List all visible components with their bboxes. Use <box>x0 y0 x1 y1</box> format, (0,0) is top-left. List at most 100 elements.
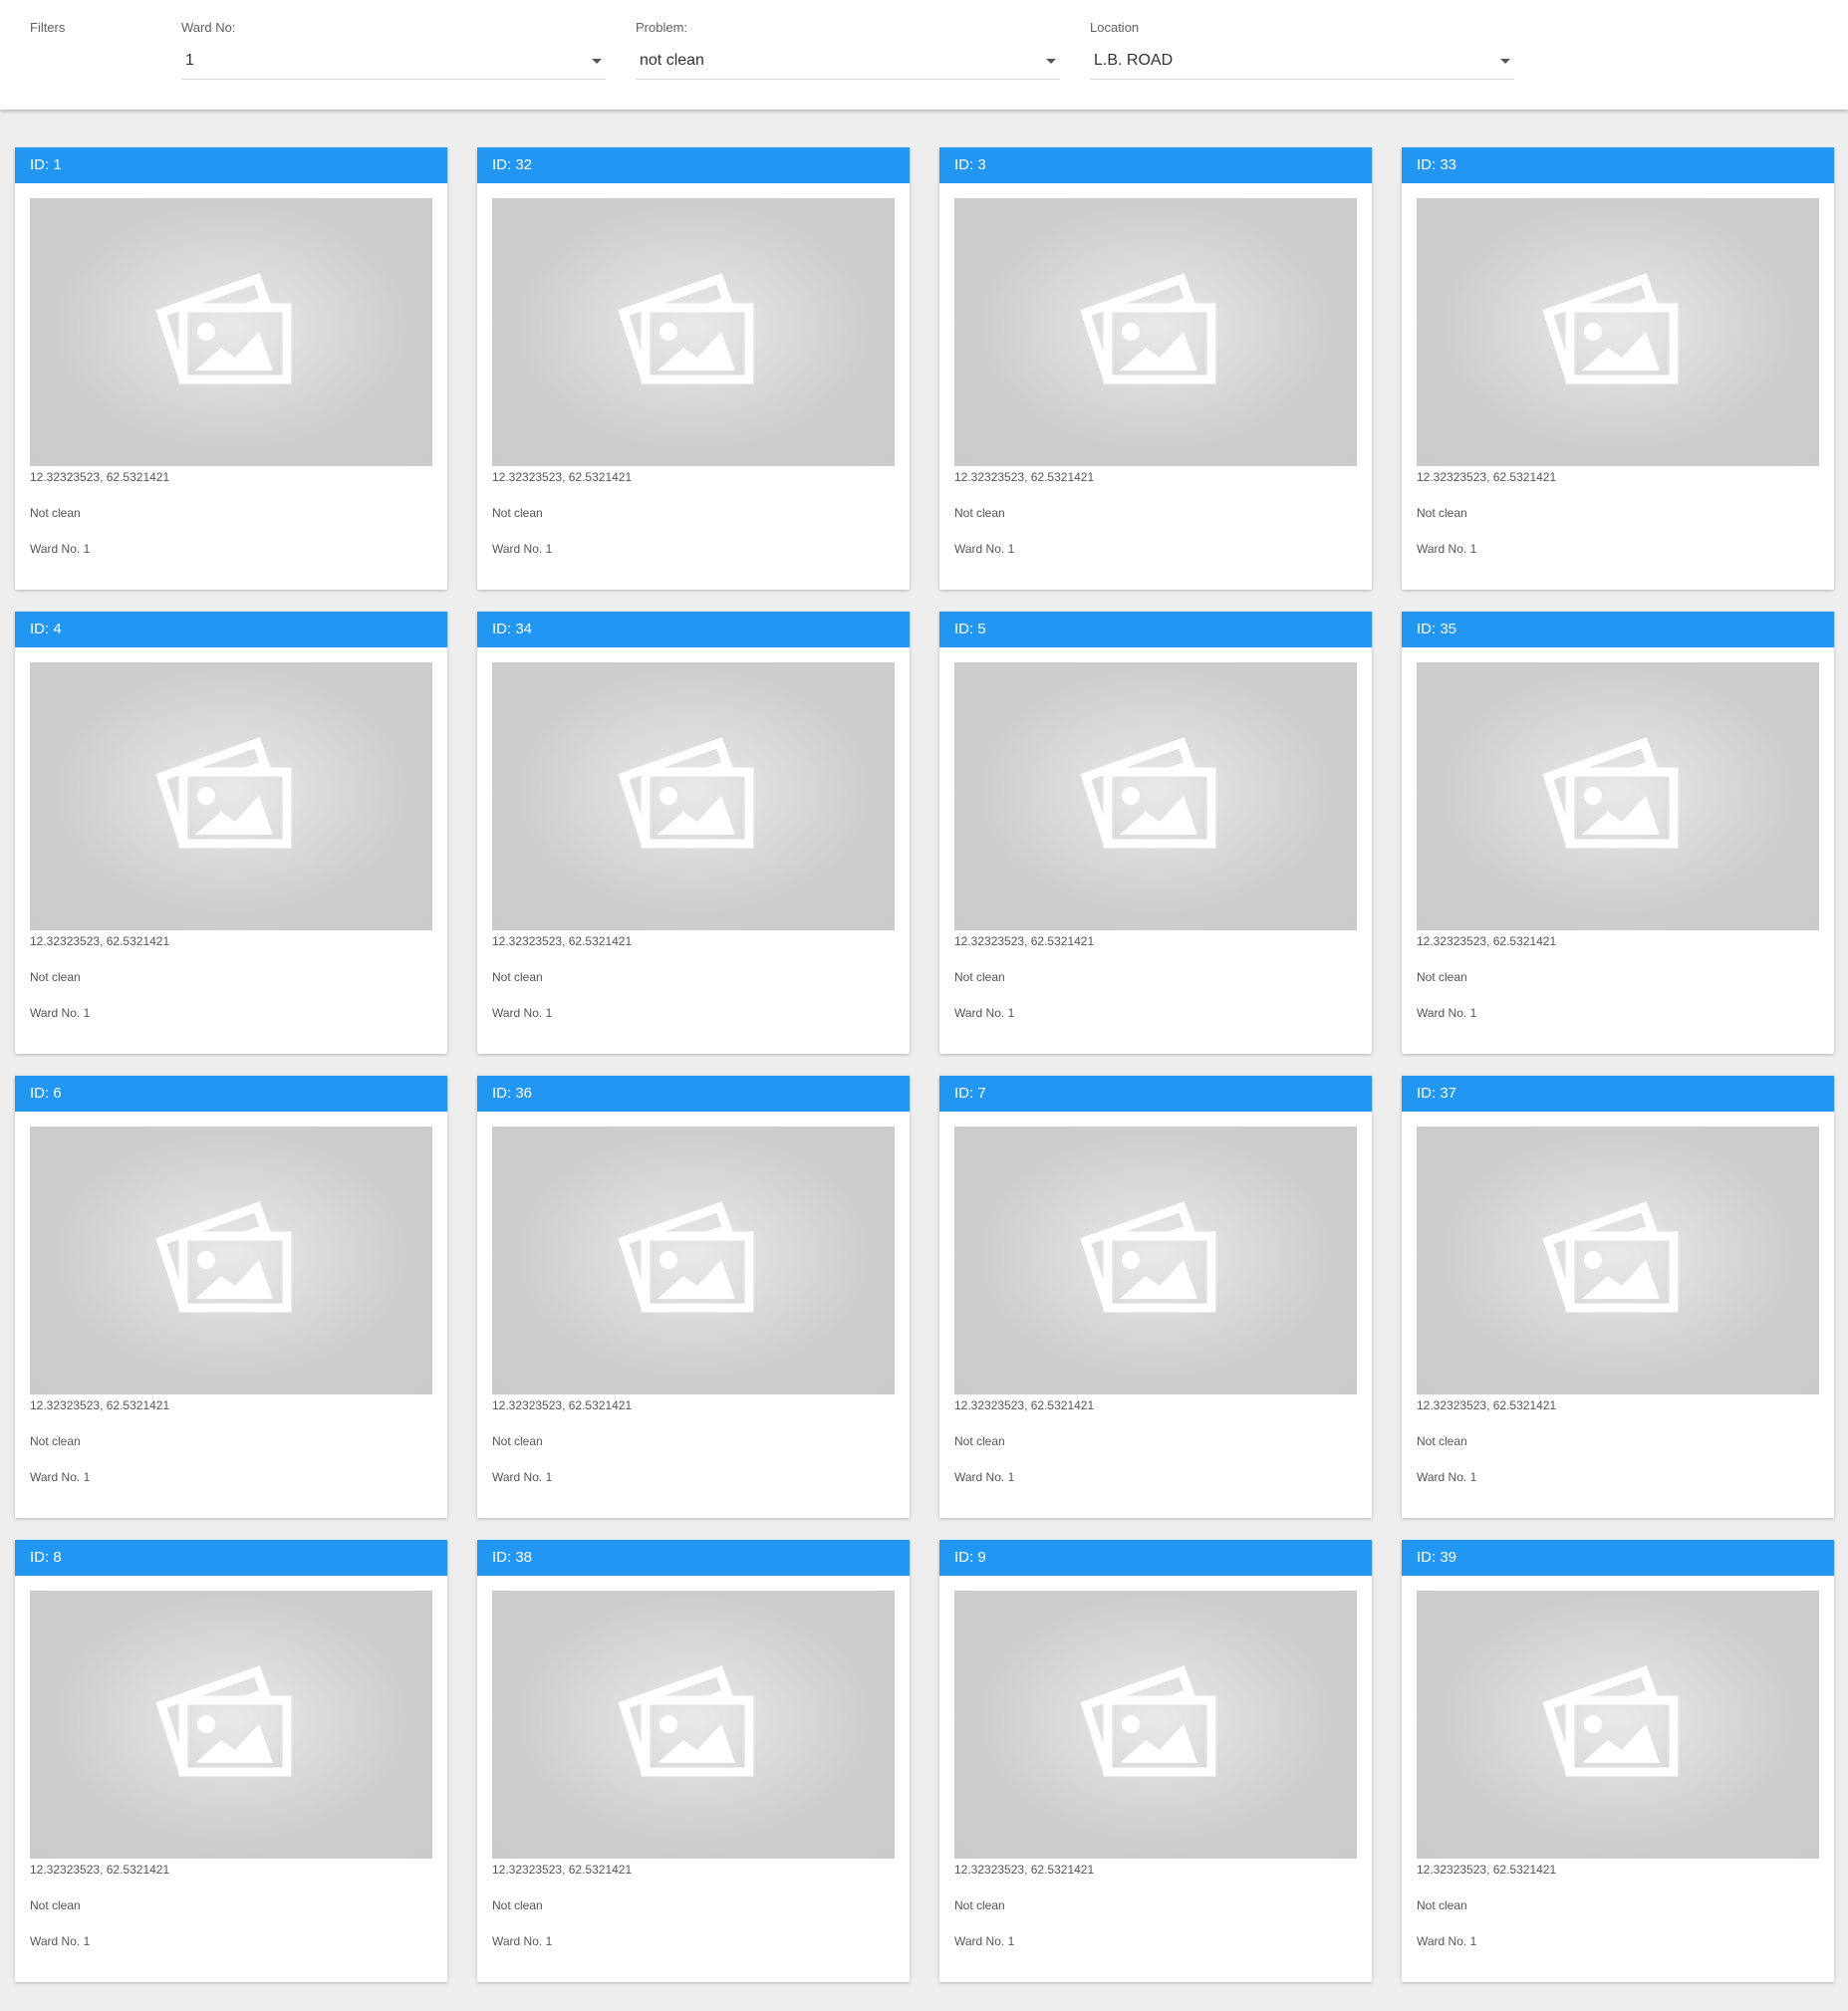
card-ward: Ward No. 1 <box>30 1934 91 1948</box>
card-image[interactable] <box>30 662 432 930</box>
location-select-value: L.B. ROAD <box>1094 52 1174 69</box>
card-ward: Ward No. 1 <box>30 1470 91 1484</box>
card-coordinates: 12.32323523, 62.5321421 <box>492 934 633 948</box>
image-placeholder-icon <box>1536 268 1686 397</box>
card-image[interactable] <box>954 662 1357 930</box>
image-placeholder-icon <box>149 268 299 397</box>
card-coordinates: 12.32323523, 62.5321421 <box>30 1398 170 1412</box>
problem-filter: Problem: not clean <box>636 20 1060 80</box>
report-card[interactable]: ID: 7 12.32323523, 62.5321421 Not clean … <box>939 1076 1372 1518</box>
card-image[interactable] <box>492 1127 895 1394</box>
card-id-header: ID: 35 <box>1402 612 1834 647</box>
card-id-header: ID: 37 <box>1402 1076 1834 1112</box>
ward-select-value: 1 <box>185 52 194 69</box>
card-problem: Not clean <box>30 1434 81 1448</box>
report-card[interactable]: ID: 32 12.32323523, 62.5321421 Not clean… <box>477 147 910 590</box>
image-placeholder-icon <box>1074 268 1223 397</box>
report-card[interactable]: ID: 6 12.32323523, 62.5321421 Not clean … <box>15 1076 447 1518</box>
card-problem: Not clean <box>1417 1434 1467 1448</box>
problem-select[interactable]: not clean <box>636 52 1060 80</box>
card-ward: Ward No. 1 <box>492 1934 553 1948</box>
card-id-header: ID: 33 <box>1402 147 1834 183</box>
report-card[interactable]: ID: 1 12.32323523, 62.5321421 Not clean … <box>15 147 447 590</box>
report-card[interactable]: ID: 39 12.32323523, 62.5321421 Not clean… <box>1402 1540 1834 1982</box>
image-placeholder-icon <box>612 1196 761 1326</box>
card-coordinates: 12.32323523, 62.5321421 <box>492 1863 633 1877</box>
report-card[interactable]: ID: 34 12.32323523, 62.5321421 Not clean… <box>477 612 910 1054</box>
card-image[interactable] <box>30 1127 432 1394</box>
filters-title: Filters <box>30 20 66 35</box>
card-ward: Ward No. 1 <box>492 1470 553 1484</box>
card-image[interactable] <box>954 198 1357 466</box>
card-image[interactable] <box>1417 1127 1819 1394</box>
report-card[interactable]: ID: 37 12.32323523, 62.5321421 Not clean… <box>1402 1076 1834 1518</box>
card-ward: Ward No. 1 <box>1417 542 1477 556</box>
image-placeholder-icon <box>149 1660 299 1790</box>
report-card[interactable]: ID: 33 12.32323523, 62.5321421 Not clean… <box>1402 147 1834 590</box>
caret-down-icon <box>1500 59 1510 64</box>
image-placeholder-icon <box>1536 1660 1686 1790</box>
card-id-header: ID: 36 <box>477 1076 910 1112</box>
card-coordinates: 12.32323523, 62.5321421 <box>30 1863 170 1877</box>
report-card[interactable]: ID: 8 12.32323523, 62.5321421 Not clean … <box>15 1540 447 1982</box>
card-problem: Not clean <box>954 1898 1005 1912</box>
card-image[interactable] <box>492 1591 895 1859</box>
image-placeholder-icon <box>1536 1196 1686 1326</box>
card-id-header: ID: 4 <box>15 612 447 647</box>
card-image[interactable] <box>1417 662 1819 930</box>
report-card[interactable]: ID: 5 12.32323523, 62.5321421 Not clean … <box>939 612 1372 1054</box>
report-card[interactable]: ID: 38 12.32323523, 62.5321421 Not clean… <box>477 1540 910 1982</box>
card-problem: Not clean <box>954 1434 1005 1448</box>
problem-filter-label: Problem: <box>636 20 688 35</box>
card-problem: Not clean <box>492 970 543 984</box>
report-card[interactable]: ID: 35 12.32323523, 62.5321421 Not clean… <box>1402 612 1834 1054</box>
image-placeholder-icon <box>1074 1196 1223 1326</box>
card-image[interactable] <box>1417 1591 1819 1859</box>
location-select[interactable]: L.B. ROAD <box>1090 52 1514 80</box>
card-id-header: ID: 3 <box>939 147 1372 183</box>
location-filter-label: Location <box>1090 20 1140 35</box>
card-ward: Ward No. 1 <box>954 1006 1015 1020</box>
card-ward: Ward No. 1 <box>1417 1934 1477 1948</box>
card-coordinates: 12.32323523, 62.5321421 <box>492 1398 633 1412</box>
ward-filter: Ward No: 1 <box>181 20 606 80</box>
card-image[interactable] <box>492 662 895 930</box>
caret-down-icon <box>592 59 602 64</box>
caret-down-icon <box>1046 59 1056 64</box>
card-problem: Not clean <box>30 970 81 984</box>
report-card[interactable]: ID: 4 12.32323523, 62.5321421 Not clean … <box>15 612 447 1054</box>
card-image[interactable] <box>954 1591 1357 1859</box>
image-placeholder-icon <box>612 268 761 397</box>
card-coordinates: 12.32323523, 62.5321421 <box>954 934 1095 948</box>
card-ward: Ward No. 1 <box>1417 1006 1477 1020</box>
card-image[interactable] <box>1417 198 1819 466</box>
ward-select[interactable]: 1 <box>181 52 606 80</box>
card-image[interactable] <box>492 198 895 466</box>
image-placeholder-icon <box>149 732 299 862</box>
image-placeholder-icon <box>1074 1660 1223 1790</box>
card-id-header: ID: 1 <box>15 147 447 183</box>
location-filter: Location L.B. ROAD <box>1090 20 1514 80</box>
card-ward: Ward No. 1 <box>954 542 1015 556</box>
card-id-header: ID: 5 <box>939 612 1372 647</box>
card-ward: Ward No. 1 <box>492 542 553 556</box>
card-problem: Not clean <box>1417 506 1467 520</box>
report-card[interactable]: ID: 3 12.32323523, 62.5321421 Not clean … <box>939 147 1372 590</box>
card-ward: Ward No. 1 <box>1417 1470 1477 1484</box>
card-id-header: ID: 7 <box>939 1076 1372 1112</box>
report-card[interactable]: ID: 36 12.32323523, 62.5321421 Not clean… <box>477 1076 910 1518</box>
report-card[interactable]: ID: 9 12.32323523, 62.5321421 Not clean … <box>939 1540 1372 1982</box>
image-placeholder-icon <box>1536 732 1686 862</box>
card-problem: Not clean <box>954 506 1005 520</box>
card-image[interactable] <box>30 1591 432 1859</box>
card-coordinates: 12.32323523, 62.5321421 <box>1417 1398 1557 1412</box>
card-id-header: ID: 9 <box>939 1540 1372 1576</box>
card-problem: Not clean <box>30 1898 81 1912</box>
card-coordinates: 12.32323523, 62.5321421 <box>492 470 633 484</box>
card-image[interactable] <box>954 1127 1357 1394</box>
card-ward: Ward No. 1 <box>954 1934 1015 1948</box>
card-ward: Ward No. 1 <box>30 1006 91 1020</box>
card-problem: Not clean <box>30 506 81 520</box>
card-coordinates: 12.32323523, 62.5321421 <box>30 470 170 484</box>
card-image[interactable] <box>30 198 432 466</box>
